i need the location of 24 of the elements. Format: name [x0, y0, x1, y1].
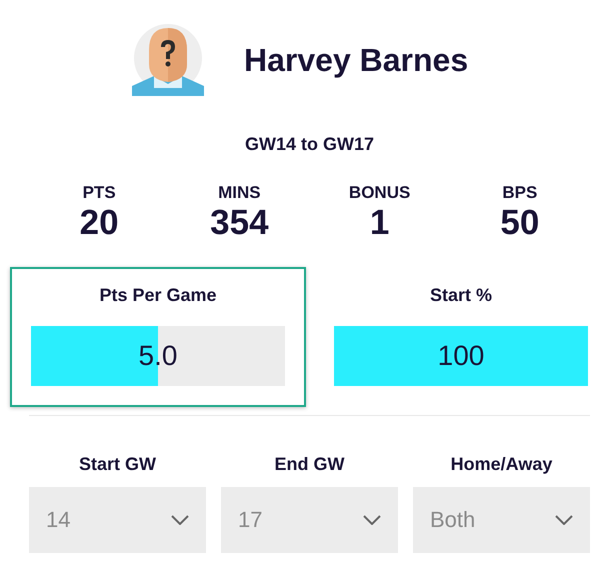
stat-label: BPS	[502, 183, 538, 203]
stat-label: PTS	[82, 183, 116, 203]
dropdown[interactable]: 17	[221, 487, 398, 553]
meter-reading: 100	[438, 340, 484, 372]
stat-label: MINS	[218, 183, 261, 203]
chevron-down-icon	[171, 515, 189, 525]
stat-label: BONUS	[348, 183, 410, 203]
dropdown[interactable]: 14	[29, 487, 206, 553]
chevron-down-icon	[363, 515, 381, 525]
dropdown[interactable]: Both	[413, 487, 590, 553]
meter-reading: 5.0	[138, 340, 178, 372]
filter-label: Home/Away	[450, 454, 552, 475]
filter-label: Start GW	[78, 454, 156, 475]
stat-value: 20	[80, 203, 119, 243]
chevron-down-icon	[555, 515, 573, 525]
player-name: Harvey Barnes	[244, 42, 468, 78]
filter-label: End GW	[274, 454, 344, 475]
avatar-icon	[130, 22, 206, 98]
stat-value: 50	[500, 203, 540, 243]
stat-value: 1	[370, 203, 390, 243]
stat-value: 354	[210, 203, 269, 243]
gameweek-range: GW14 to GW17	[244, 134, 375, 155]
meter-label: Start %	[430, 285, 492, 306]
meter-label: Pts Per Game	[99, 285, 217, 306]
